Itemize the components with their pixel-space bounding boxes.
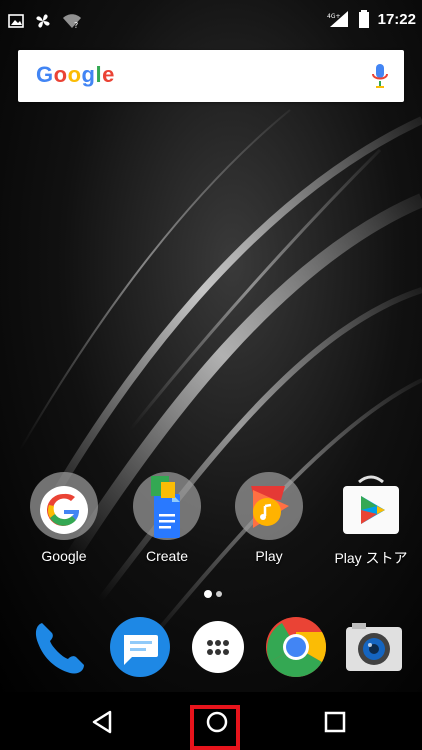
back-button[interactable] (78, 700, 126, 744)
fan-notification-icon (36, 14, 50, 28)
status-bar: ? 4G+ 17:22 (0, 0, 422, 44)
app-label: Create (145, 548, 189, 564)
app-play[interactable]: Play (219, 470, 319, 564)
page-dot-active (204, 590, 212, 598)
google-logo: Google (36, 62, 115, 88)
network-type: 4G+ (327, 13, 341, 20)
play-store-icon (335, 470, 407, 542)
app-drawer-icon[interactable] (186, 615, 250, 679)
play-music-icon (233, 470, 305, 542)
clock: 17:22 (377, 10, 416, 28)
app-row: Google Create Play Play ストア (0, 470, 422, 570)
phone-icon[interactable] (28, 615, 92, 679)
logo-letter-g2: g (81, 62, 96, 87)
home-button-highlight (190, 705, 240, 750)
app-create[interactable]: Create (117, 470, 217, 564)
page-indicator (0, 585, 422, 601)
logo-letter-g: G (36, 62, 54, 87)
app-play-store[interactable]: Play ストア (321, 470, 421, 568)
camera-icon[interactable] (342, 615, 406, 679)
google-app-icon (28, 470, 100, 542)
back-icon (92, 710, 112, 734)
wifi-unknown-icon: ? (63, 14, 81, 29)
logo-letter-o2: o (67, 62, 82, 87)
page-dot (216, 591, 222, 597)
battery-icon (358, 10, 369, 28)
google-search-bar[interactable]: Google (18, 50, 404, 102)
app-label: Play ストア (334, 550, 408, 566)
logo-letter-e: e (102, 62, 115, 87)
chrome-icon[interactable] (264, 615, 328, 679)
signal-icon: 4G+ (327, 11, 348, 27)
dock (0, 615, 422, 685)
app-label: Play (255, 548, 283, 564)
app-label: Google (41, 548, 87, 564)
recents-icon (324, 711, 346, 733)
app-google[interactable]: Google (14, 470, 114, 564)
docs-create-icon (131, 470, 203, 542)
svg-text:?: ? (74, 21, 78, 29)
messages-icon[interactable] (108, 615, 172, 679)
mic-icon[interactable] (370, 62, 390, 90)
logo-letter-o1: o (53, 62, 68, 87)
image-notification-icon (8, 14, 24, 28)
recents-button[interactable] (311, 700, 359, 744)
